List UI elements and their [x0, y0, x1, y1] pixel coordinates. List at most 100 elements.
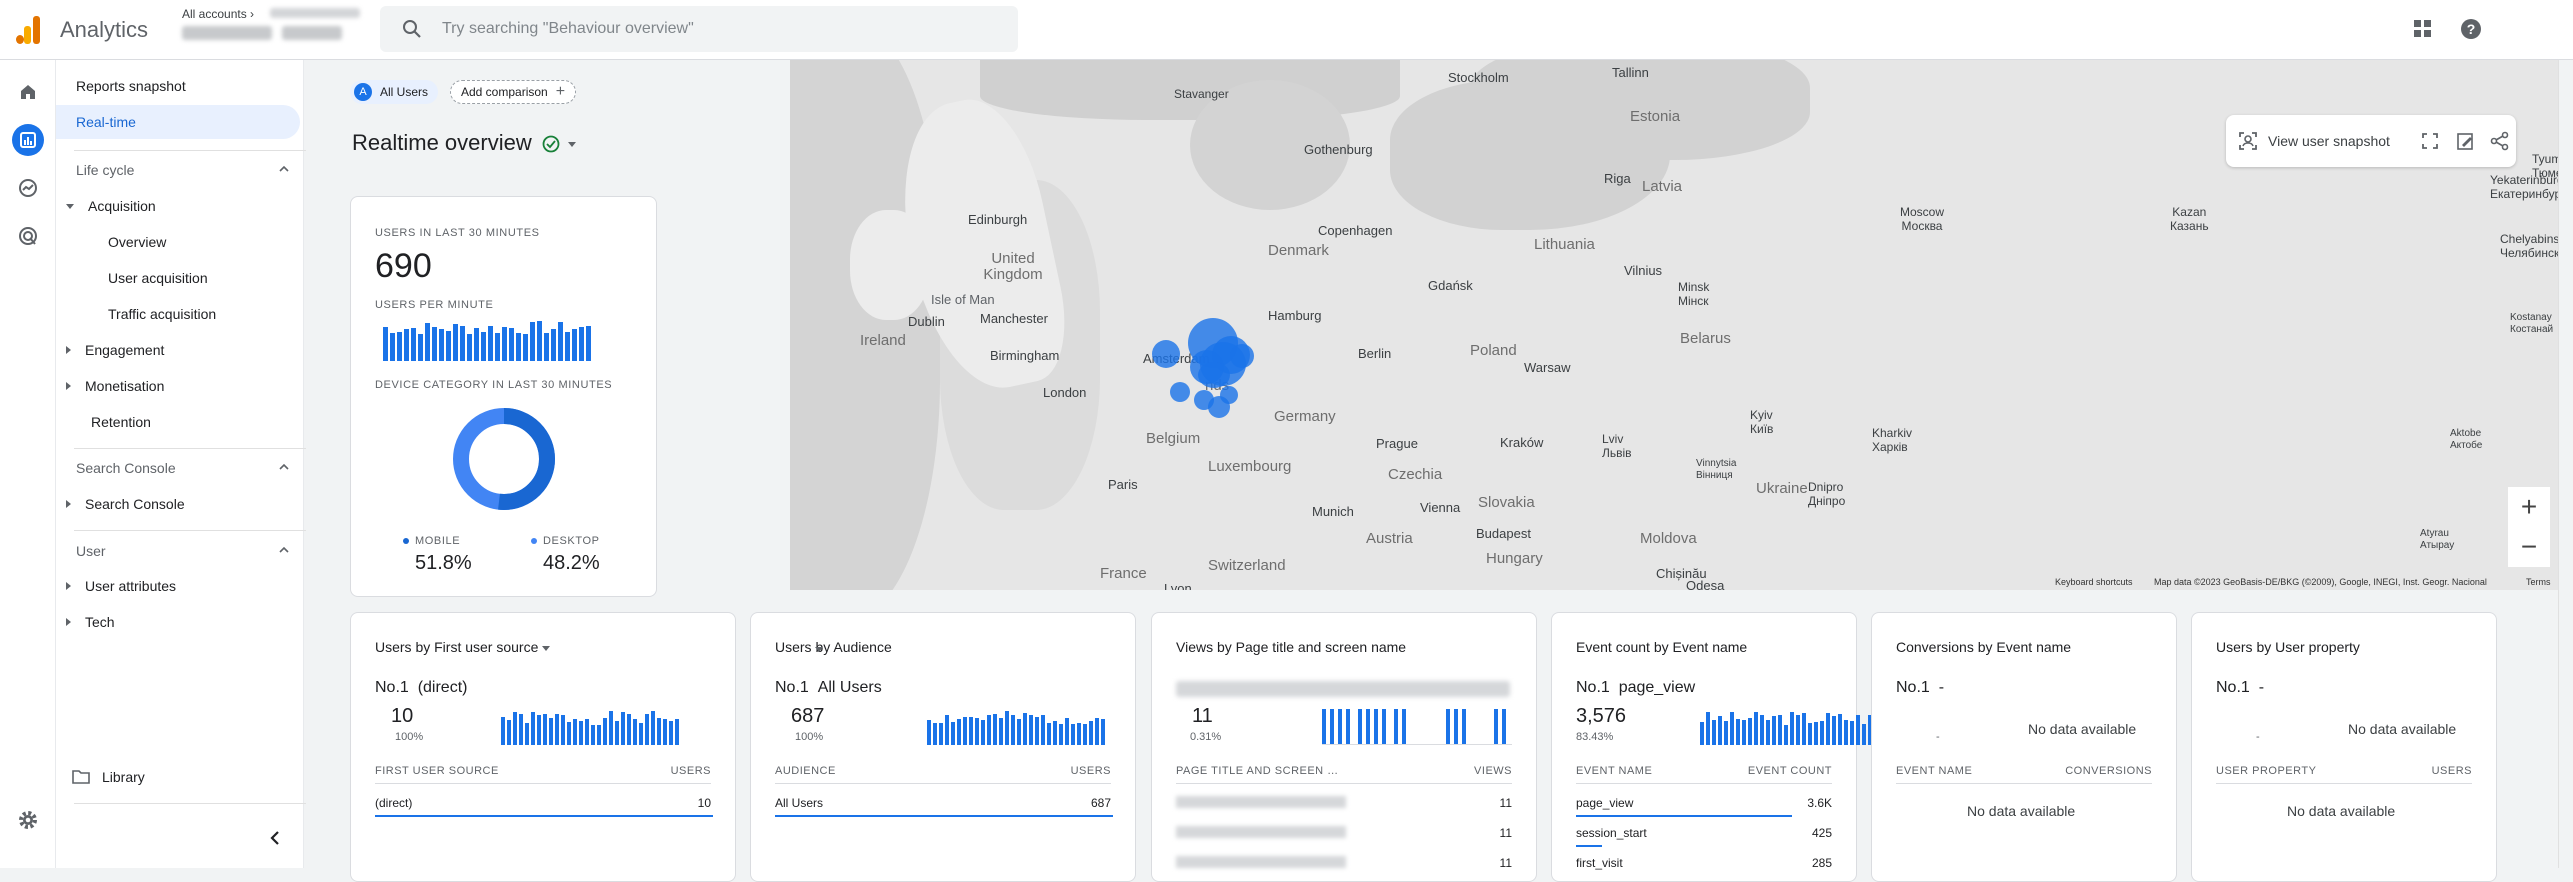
column-header[interactable]: EVENT NAME	[1896, 765, 1972, 777]
row-value: 687	[1090, 796, 1111, 810]
nav-library[interactable]: Library	[56, 760, 300, 794]
explore-icon[interactable]	[12, 172, 44, 204]
nav-engagement[interactable]: Engagement	[56, 333, 300, 367]
collapse-nav-icon[interactable]	[268, 830, 282, 846]
add-comparison-button[interactable]: Add comparison +	[450, 80, 577, 104]
nav-tech[interactable]: Tech	[56, 605, 300, 639]
nav-section-search-console[interactable]: Search Console	[76, 460, 176, 476]
card-title[interactable]: Conversions by Event name	[1896, 639, 2071, 655]
bar	[1700, 721, 1704, 745]
column-header[interactable]: CONVERSIONS	[2065, 765, 2152, 777]
row-share-bar	[375, 815, 713, 817]
nav-overview[interactable]: Overview	[56, 225, 300, 259]
column-header[interactable]: EVENT COUNT	[1748, 765, 1832, 777]
table-row[interactable]: 11	[1176, 826, 1512, 840]
zoom-in-button[interactable]: +	[2508, 487, 2550, 527]
terms-link[interactable]: Terms	[2526, 577, 2551, 587]
snapshot-icon[interactable]	[2238, 131, 2258, 151]
property-name-redacted[interactable]	[182, 26, 272, 40]
nav-user-attributes[interactable]: User attributes	[56, 569, 300, 603]
column-header[interactable]: FIRST USER SOURCE	[375, 765, 499, 777]
keyboard-shortcuts-link[interactable]: Keyboard shortcuts	[2055, 577, 2133, 587]
nav-search-console[interactable]: Search Console	[56, 487, 300, 521]
analytics-logo-icon[interactable]	[14, 16, 42, 44]
chevron-up-icon[interactable]	[279, 164, 289, 174]
table-row[interactable]: 11	[1176, 796, 1512, 810]
table-row[interactable]: (direct) 10	[375, 796, 711, 810]
search-bar[interactable]: Try searching "Behaviour overview"	[380, 6, 1018, 52]
trend-sparkbars[interactable]	[501, 709, 679, 745]
table-row[interactable]: session_start 425	[1576, 826, 1832, 840]
nav-realtime[interactable]: Real-time	[56, 105, 300, 139]
fullscreen-icon[interactable]	[2422, 133, 2438, 149]
bar	[1730, 711, 1734, 745]
column-header[interactable]: PAGE TITLE AND SCREEN …	[1176, 765, 1339, 777]
column-header[interactable]: USER PROPERTY	[2216, 765, 2316, 777]
add-comparison-label: Add comparison	[461, 85, 548, 99]
card-title[interactable]: Views by Page title and screen name	[1176, 639, 1406, 655]
bar	[993, 713, 997, 745]
trend-sparkbars[interactable]	[1700, 709, 1878, 745]
view-user-snapshot-button[interactable]: View user snapshot	[2268, 133, 2390, 149]
card-title[interactable]: Users by Audience	[775, 639, 892, 655]
bar	[502, 327, 507, 361]
column-header[interactable]: USERS	[671, 765, 711, 777]
reports-icon[interactable]	[12, 124, 44, 156]
all-accounts-link[interactable]: All accounts ›	[182, 7, 254, 21]
help-icon[interactable]: ?	[2460, 18, 2482, 40]
column-header[interactable]: EVENT NAME	[1576, 765, 1652, 777]
nav-reports-snapshot[interactable]: Reports snapshot	[56, 69, 300, 103]
card-title[interactable]: Users by First user source	[375, 639, 551, 655]
page-scrollbar[interactable]	[2558, 60, 2573, 868]
map-city-label: Hamburg	[1268, 308, 1322, 323]
device-donut-chart[interactable]	[452, 407, 556, 511]
trend-sparkbars[interactable]	[1322, 709, 1512, 745]
column-header[interactable]: VIEWS	[1474, 765, 1512, 777]
chevron-up-icon[interactable]	[279, 545, 289, 555]
user-location-bubble[interactable]	[1230, 344, 1254, 368]
user-location-bubble[interactable]	[1152, 340, 1180, 368]
user-location-bubble[interactable]	[1198, 362, 1230, 388]
zoom-out-button[interactable]: −	[2508, 527, 2550, 567]
table-row[interactable]: All Users 687	[775, 796, 1111, 810]
column-header[interactable]: USERS	[1071, 765, 1111, 777]
bar	[397, 331, 402, 361]
apps-grid-icon[interactable]	[2414, 20, 2432, 38]
admin-gear-icon[interactable]	[12, 804, 44, 836]
page-title: Realtime overview	[352, 130, 532, 155]
bar	[439, 329, 444, 361]
customize-report-icon[interactable]	[2456, 131, 2476, 151]
dropdown-caret-icon[interactable]	[815, 647, 823, 652]
bar	[603, 717, 607, 745]
users-per-minute-chart[interactable]	[383, 321, 591, 361]
map-city-label: Lviv Львів	[1602, 432, 1632, 460]
app-title[interactable]: Analytics	[60, 17, 148, 43]
column-header[interactable]: USERS	[2432, 765, 2472, 777]
card-title[interactable]: Users by User property	[2216, 639, 2360, 655]
chevron-up-icon[interactable]	[279, 462, 289, 472]
bar	[1029, 715, 1033, 745]
column-header[interactable]: AUDIENCE	[775, 765, 836, 777]
comparison-all-users-chip[interactable]: A All Users	[350, 80, 439, 104]
user-location-bubble[interactable]	[1170, 382, 1190, 402]
top-item: No.1 page_view	[1576, 679, 1695, 697]
bar	[651, 711, 655, 745]
nav-acquisition[interactable]: Acquisition	[56, 189, 300, 223]
nav-traffic-acquisition[interactable]: Traffic acquisition	[56, 297, 300, 331]
nav-monetisation[interactable]: Monetisation	[56, 369, 300, 403]
chart-no-data: No data available	[2028, 721, 2137, 737]
card-title[interactable]: Event count by Event name	[1576, 639, 1747, 655]
nav-retention[interactable]: Retention	[56, 405, 300, 439]
user-location-bubble[interactable]	[1194, 390, 1214, 410]
nav-section-lifecycle[interactable]: Life cycle	[76, 162, 134, 178]
share-icon[interactable]	[2490, 131, 2510, 151]
nav-section-user[interactable]: User	[76, 543, 106, 559]
user-location-bubble[interactable]	[1220, 386, 1238, 404]
home-icon[interactable]	[12, 76, 44, 108]
data-quality-check-icon[interactable]	[542, 132, 582, 156]
advertising-icon[interactable]	[12, 220, 44, 252]
map-country-label: Germany	[1274, 408, 1336, 425]
nav-user-acquisition[interactable]: User acquisition	[56, 261, 300, 295]
trend-sparkbars[interactable]	[927, 709, 1105, 745]
table-row[interactable]: page_view 3.6K	[1576, 796, 1832, 810]
